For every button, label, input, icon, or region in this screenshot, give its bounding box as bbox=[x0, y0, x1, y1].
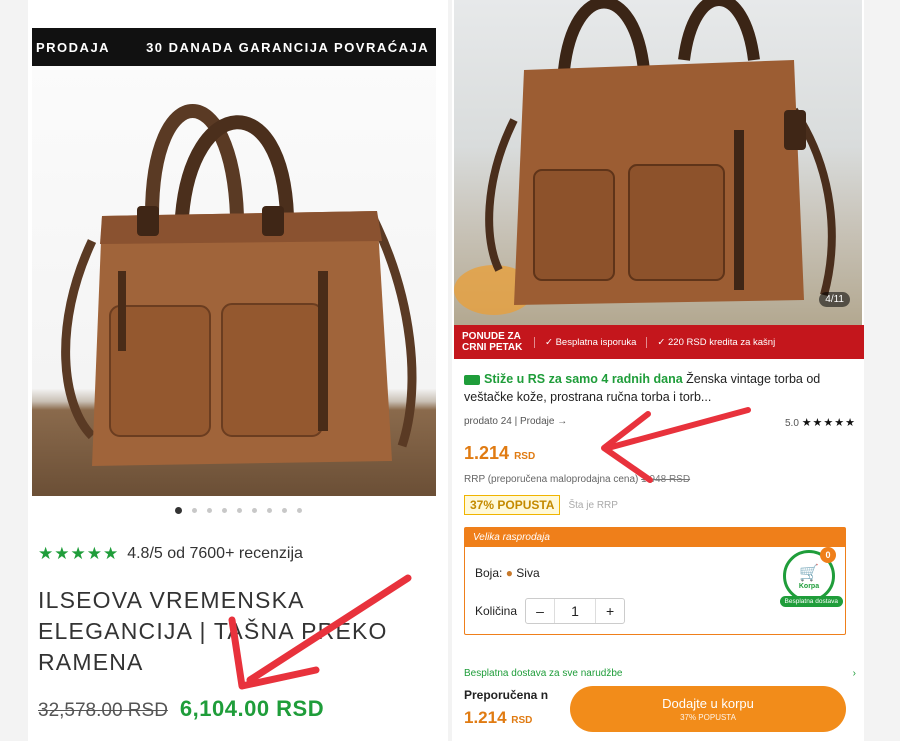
rating-stars: ★★★★★ bbox=[38, 544, 120, 563]
bottom-rrp-label: Preporučena n bbox=[464, 688, 549, 702]
quantity-stepper[interactable]: – 1 + bbox=[525, 598, 626, 624]
add-to-cart-label: Dodajte u korpu bbox=[662, 696, 754, 711]
store-rating: 5.0 ★★★★★ bbox=[785, 416, 856, 429]
price-currency: RSD bbox=[514, 451, 536, 462]
promo-marquee: PRODAJA 30 DANADA GARANCIJA POVRAĆAJA bbox=[32, 28, 436, 66]
product-image[interactable] bbox=[32, 66, 436, 496]
carousel-dot[interactable] bbox=[251, 508, 257, 513]
cart-button[interactable]: 🛒 Korpa 0 bbox=[783, 547, 836, 602]
current-price: 1.214 RSD bbox=[464, 443, 535, 464]
rating-stars: ★★★★★ bbox=[801, 417, 856, 429]
quantity-row: Količina – 1 + bbox=[475, 598, 626, 624]
promo-text-guarantee: 30 DANADA GARANCIJA POVRAĆAJA bbox=[146, 39, 430, 55]
image-counter: 4/11 bbox=[819, 292, 850, 307]
quantity-plus-button[interactable]: + bbox=[596, 599, 624, 623]
carousel-dot[interactable] bbox=[191, 508, 197, 513]
add-to-cart-discount: 37% POPUSTA bbox=[680, 713, 736, 722]
carousel-dot[interactable] bbox=[236, 508, 242, 513]
deal-credit: ✓ 220 RSD kredita za kašnj bbox=[646, 336, 785, 348]
free-shipping-tag: Besplatna dostava bbox=[779, 596, 843, 607]
color-label: Boja: bbox=[475, 566, 503, 580]
free-delivery-banner[interactable]: Besplatna dostava za sve narudžbe › bbox=[464, 668, 856, 679]
bottom-price: 1.214 RSD bbox=[464, 708, 532, 728]
carousel-dot[interactable] bbox=[221, 508, 227, 513]
quantity-minus-button[interactable]: – bbox=[526, 599, 554, 623]
bottom-price-value: 1.214 bbox=[464, 708, 507, 727]
rating-row: ★★★★★ 4.8/5 od 7600+ recenzija bbox=[38, 544, 303, 564]
product-title: ILSEOVA VREMENSKA ELEGANCIJA | TAŠNA PRE… bbox=[38, 587, 388, 675]
delivery-description: Stiže u RS za samo 4 radnih dana Ženska … bbox=[464, 370, 854, 406]
carousel-dot[interactable] bbox=[296, 508, 302, 513]
delivery-time: Stiže u RS za samo 4 radnih dana bbox=[484, 372, 683, 386]
carousel-dots[interactable] bbox=[28, 507, 448, 514]
left-product-card: PRODAJA 30 DANADA GARANCIJA POVRAĆAJA ★★… bbox=[28, 0, 448, 741]
sale-options-box: Velika rasprodaja Boja: ● Siva Količina … bbox=[464, 527, 846, 635]
old-price: 32,578.00 RSD bbox=[38, 700, 168, 721]
color-swatch-icon: ● bbox=[505, 566, 513, 580]
discount-row: 37% POPUSTA Šta je RRP bbox=[464, 495, 618, 515]
bag-illustration bbox=[61, 104, 417, 466]
rrp-value: 1.948 RSD bbox=[641, 474, 691, 485]
quantity-label: Količina bbox=[475, 604, 518, 618]
cart-icon: 🛒 bbox=[799, 564, 819, 582]
rrp-label: RRP (preporučena maloprodajna cena) bbox=[464, 474, 639, 485]
carousel-dot[interactable] bbox=[206, 508, 212, 513]
price-value: 1.214 bbox=[464, 443, 510, 463]
color-selector[interactable]: Boja: ● Siva bbox=[475, 566, 540, 580]
sale-price: 6,104.00 RSD bbox=[179, 696, 325, 721]
right-product-card: 4/11 PONUDE ZA CRNI PETAK ✓ Besplatna is… bbox=[452, 0, 864, 741]
discount-badge: 37% POPUSTA bbox=[464, 495, 561, 515]
rrp-info-link[interactable]: Šta je RRP bbox=[568, 500, 617, 511]
deal-title: PONUDE ZA CRNI PETAK bbox=[462, 331, 523, 353]
price-row: 32,578.00 RSD 6,104.00 RSD bbox=[38, 696, 324, 722]
truck-icon bbox=[464, 374, 480, 385]
sale-header: Velika rasprodaja bbox=[465, 528, 845, 547]
rating-value: 5.0 bbox=[785, 418, 799, 429]
sold-count[interactable]: prodato 24 | Prodaje → bbox=[464, 416, 567, 429]
black-friday-strip[interactable]: PONUDE ZA CRNI PETAK ✓ Besplatna isporuk… bbox=[454, 325, 864, 359]
free-delivery-text: Besplatna dostava za sve narudžbe bbox=[464, 668, 623, 679]
sold-row: prodato 24 | Prodaje → 5.0 ★★★★★ bbox=[464, 416, 856, 429]
bottom-price-currency: RSD bbox=[511, 715, 533, 726]
chevron-right-icon: › bbox=[852, 668, 856, 679]
quantity-value[interactable]: 1 bbox=[554, 599, 597, 623]
color-value: Siva bbox=[516, 566, 540, 580]
cart-count-badge: 0 bbox=[820, 547, 836, 563]
deal-free-shipping: ✓ Besplatna isporuka bbox=[534, 336, 646, 348]
carousel-dot[interactable] bbox=[174, 507, 182, 514]
cart-label: Korpa bbox=[798, 582, 820, 590]
rrp-line: RRP (preporučena maloprodajna cena) 1.94… bbox=[464, 474, 690, 485]
rating-text: 4.8/5 od 7600+ recenzija bbox=[127, 545, 303, 562]
bag-illustration bbox=[454, 0, 836, 315]
carousel-dot[interactable] bbox=[266, 508, 272, 513]
carousel-dot[interactable] bbox=[281, 508, 287, 513]
product-image[interactable]: 4/11 bbox=[454, 0, 862, 325]
add-to-cart-button[interactable]: Dodajte u korpu 37% POPUSTA bbox=[570, 686, 846, 732]
promo-text-sale: PRODAJA bbox=[36, 39, 111, 55]
